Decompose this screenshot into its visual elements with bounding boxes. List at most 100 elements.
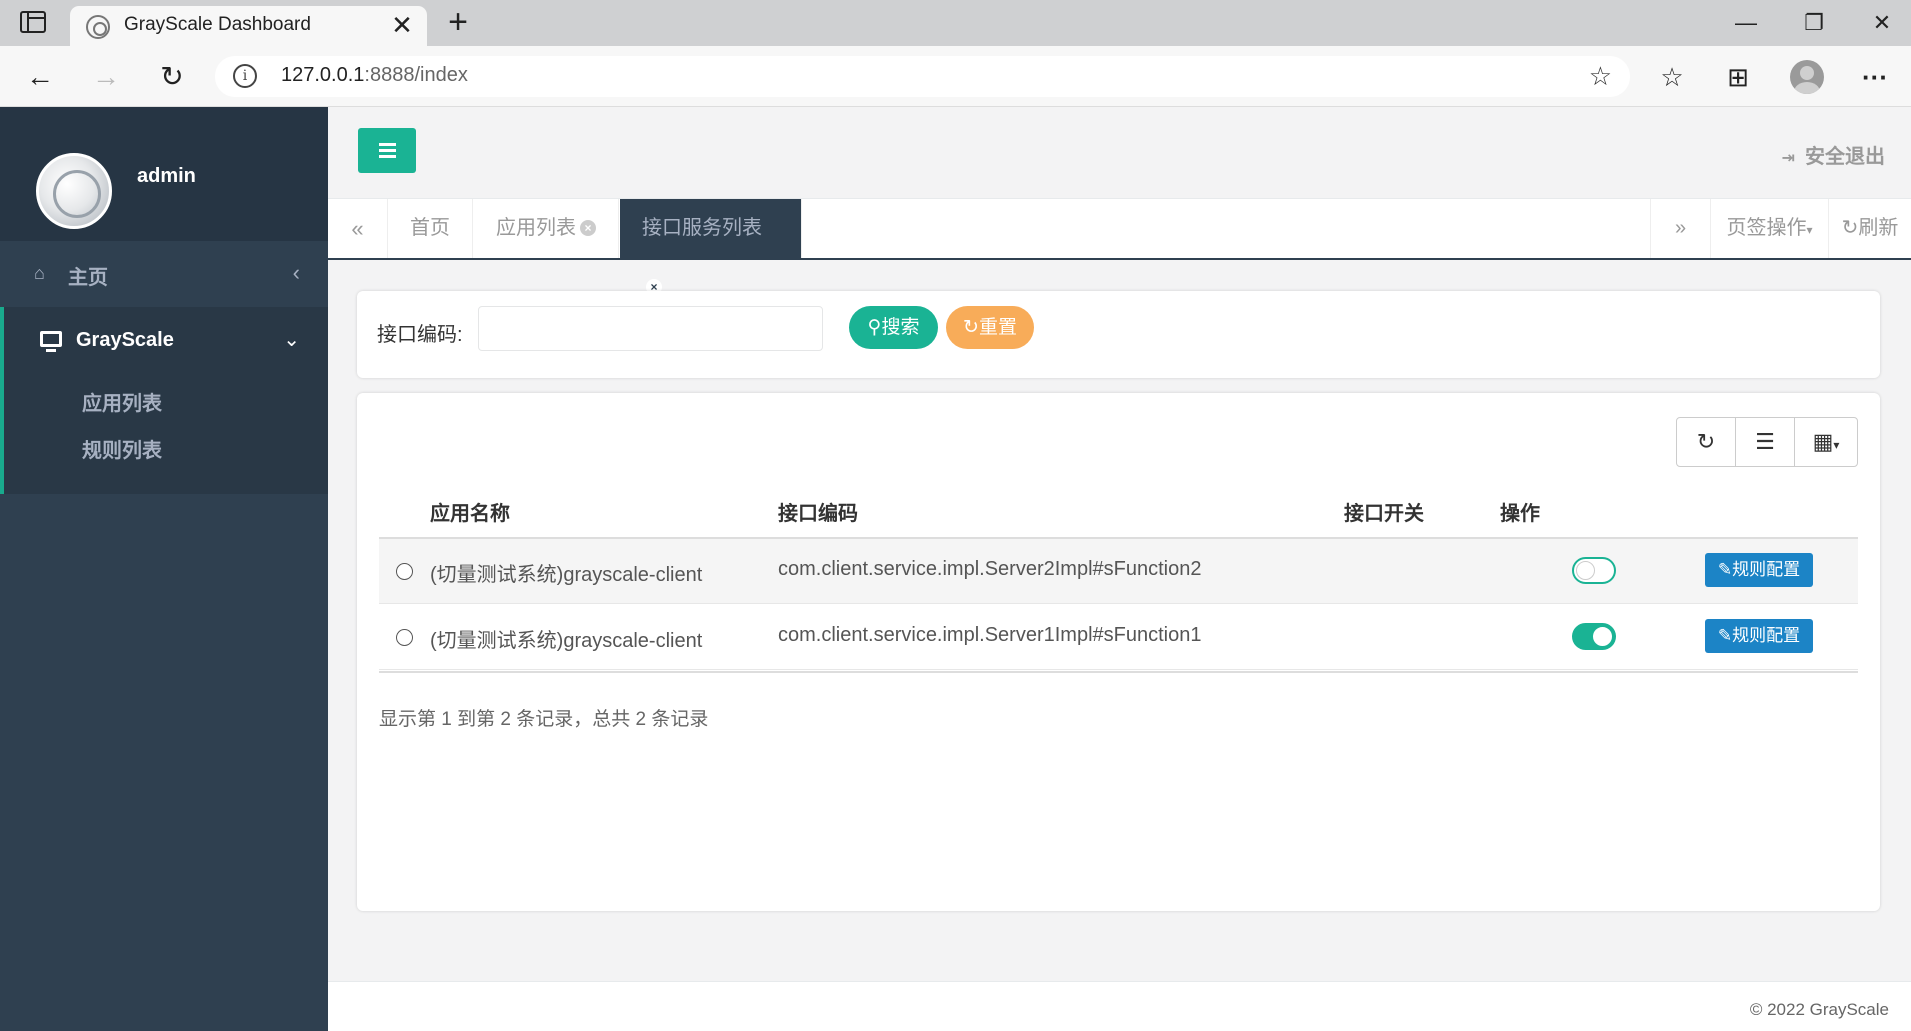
browser-tab-bar: GrayScale Dashboard ✕ + — ❐ ✕ <box>0 0 1911 46</box>
chevron-left-icon: ‹ <box>292 260 300 285</box>
profile-avatar[interactable] <box>1790 60 1824 94</box>
row-select-radio[interactable] <box>396 563 413 580</box>
scroll-left-icon[interactable]: « <box>328 199 388 258</box>
collections-icon[interactable]: ⊞ <box>1718 58 1758 96</box>
columns-icon: ▦ <box>1812 429 1834 454</box>
pagination-info: 显示第 1 到第 2 条记录，总共 2 条记录 <box>379 709 709 730</box>
refresh-icon: ↻ <box>1696 429 1716 454</box>
tab-label: 应用列表 <box>496 217 576 239</box>
reset-button-label: 重置 <box>978 317 1017 338</box>
sidebar-group-grayscale[interactable]: GrayScale ⌄ 应用列表 规则列表 <box>0 307 328 494</box>
tab-actions-icon[interactable] <box>20 11 46 33</box>
tab-interface-service-list[interactable]: 接口服务列表× <box>620 199 802 295</box>
sidebar-item-home[interactable]: ⌂ 主页 ‹ <box>0 241 328 307</box>
desktop-icon <box>40 331 62 352</box>
tab-home[interactable]: 首页 <box>388 199 473 258</box>
tab-label: 首页 <box>410 217 450 239</box>
user-avatar <box>36 153 112 229</box>
minimize-button[interactable]: — <box>1726 8 1766 38</box>
search-button-label: 搜索 <box>881 317 920 338</box>
logout-link[interactable]: ⇥ 安全退出 <box>1782 140 1885 169</box>
app-name-cell: (切量测试系统)grayscale-client <box>430 630 703 652</box>
toggle-view-button[interactable]: ☰ <box>1736 418 1795 466</box>
address-bar: ← → ↻ i 127.0.0.1:8888/index ☆ ☆ ⊞ ··· <box>0 46 1911 107</box>
search-icon: ⚲ <box>867 317 882 338</box>
column-header-switch[interactable]: 接口开关 <box>1344 497 1424 526</box>
table-refresh-button[interactable]: ↻ <box>1677 418 1736 466</box>
more-icon[interactable]: ··· <box>1855 58 1895 96</box>
restore-button[interactable]: ❐ <box>1794 8 1834 38</box>
interface-switch-toggle[interactable] <box>1572 623 1616 650</box>
home-icon: ⌂ <box>34 263 45 283</box>
back-button[interactable]: ← <box>21 58 59 96</box>
edit-icon: ✎ <box>1717 626 1733 645</box>
tab-app-list[interactable]: 应用列表 × <box>474 199 619 258</box>
footer-copyright: © 2022 GrayScale <box>1749 1000 1889 1019</box>
forward-button[interactable]: → <box>87 58 125 96</box>
sidebar-item-app-list[interactable]: 应用列表 <box>82 387 162 416</box>
tab-ops-label: 页签操作 <box>1726 217 1807 239</box>
table-toolbar: ↻ ☰ ▦▾ <box>1676 417 1858 467</box>
browser-tab-title: GrayScale Dashboard <box>124 14 311 35</box>
sidebar-group-label: GrayScale <box>76 329 174 351</box>
edit-icon: ✎ <box>1717 560 1733 579</box>
tab-operations-dropdown[interactable]: 页签操作▾ <box>1710 199 1828 258</box>
scroll-right-icon[interactable]: » <box>1650 199 1710 258</box>
add-favorite-icon[interactable]: ☆ <box>1589 62 1612 90</box>
caret-down-icon: ▾ <box>1833 438 1840 452</box>
favicon-icon <box>86 15 110 39</box>
bar-icon <box>379 155 396 158</box>
sidebar: admin ⌂ 主页 ‹ GrayScale ⌄ 应用列表 规则列表 <box>0 107 328 1031</box>
sidebar-item-rule-list[interactable]: 规则列表 <box>82 434 162 463</box>
refresh-icon: ↻ <box>963 317 979 338</box>
bar-icon <box>379 143 396 146</box>
caret-down-icon: ▾ <box>1806 223 1813 237</box>
rule-config-label: 规则配置 <box>1732 560 1801 579</box>
reset-button[interactable]: ↻重置 <box>946 306 1034 349</box>
refresh-label: 刷新 <box>1858 217 1899 239</box>
menu-toggle-button[interactable] <box>358 128 416 173</box>
bar-icon <box>379 149 396 152</box>
url-field[interactable]: i 127.0.0.1:8888/index ☆ <box>215 56 1630 97</box>
url-path: :8888/index <box>364 64 468 86</box>
url-host: 127.0.0.1 <box>281 64 365 86</box>
interface-code-cell: com.client.service.impl.Server2Impl#sFun… <box>778 558 1202 580</box>
tab-label: 接口服务列表 <box>642 217 762 239</box>
interface-switch-toggle[interactable] <box>1572 557 1616 584</box>
interface-code-label: 接口编码: <box>377 324 463 346</box>
table-row[interactable]: (切量测试系统)grayscale-client com.client.serv… <box>379 605 1858 670</box>
favorites-icon[interactable]: ☆ <box>1652 58 1692 96</box>
refresh-tab-button[interactable]: ↻刷新 <box>1828 199 1911 258</box>
column-header-app-name[interactable]: 应用名称 <box>430 497 510 526</box>
close-window-button[interactable]: ✕ <box>1862 8 1902 38</box>
search-button[interactable]: ⚲搜索 <box>849 306 938 349</box>
close-tab-icon[interactable]: × <box>580 220 596 236</box>
footer: © 2022 GrayScale <box>328 981 1911 1031</box>
page-tabs-bar: « 首页 应用列表 × 接口服务列表× » 页签操作▾ ↻刷新 <box>328 199 1911 295</box>
divider <box>379 671 1858 673</box>
logout-label: 安全退出 <box>1805 146 1885 168</box>
search-panel: 接口编码: ⚲搜索 ↻重置 <box>357 291 1880 378</box>
browser-tab[interactable]: GrayScale Dashboard ✕ <box>70 6 427 46</box>
username[interactable]: admin <box>137 165 196 188</box>
reload-button[interactable]: ↻ <box>153 58 191 96</box>
profile-area: admin <box>0 107 328 241</box>
row-select-radio[interactable] <box>396 629 413 646</box>
table-row[interactable]: (切量测试系统)grayscale-client com.client.serv… <box>379 539 1858 604</box>
site-info-icon[interactable]: i <box>233 64 257 88</box>
refresh-icon: ↻ <box>1841 217 1859 239</box>
table-panel: ↻ ☰ ▦▾ 应用名称 接口编码 接口开关 操作 (切量测试系统)graysca… <box>357 393 1880 911</box>
list-icon: ☰ <box>1755 429 1775 454</box>
rule-config-label: 规则配置 <box>1732 626 1801 645</box>
app-name-cell: (切量测试系统)grayscale-client <box>430 564 703 586</box>
rule-config-button[interactable]: ✎规则配置 <box>1705 619 1813 653</box>
main-content: ⇥ 安全退出 « 首页 应用列表 × 接口服务列表× » 页签操作▾ ↻刷新 接口编… <box>328 107 1911 1031</box>
columns-dropdown-button[interactable]: ▦▾ <box>1795 418 1857 466</box>
top-navbar: ⇥ 安全退出 <box>328 107 1911 199</box>
column-header-interface-code[interactable]: 接口编码 <box>778 497 858 526</box>
rule-config-button[interactable]: ✎规则配置 <box>1705 553 1813 587</box>
close-tab-icon[interactable]: ✕ <box>387 10 417 40</box>
interface-code-cell: com.client.service.impl.Server1Impl#sFun… <box>778 624 1202 646</box>
new-tab-button[interactable]: + <box>441 5 475 39</box>
interface-code-input[interactable] <box>478 306 823 351</box>
